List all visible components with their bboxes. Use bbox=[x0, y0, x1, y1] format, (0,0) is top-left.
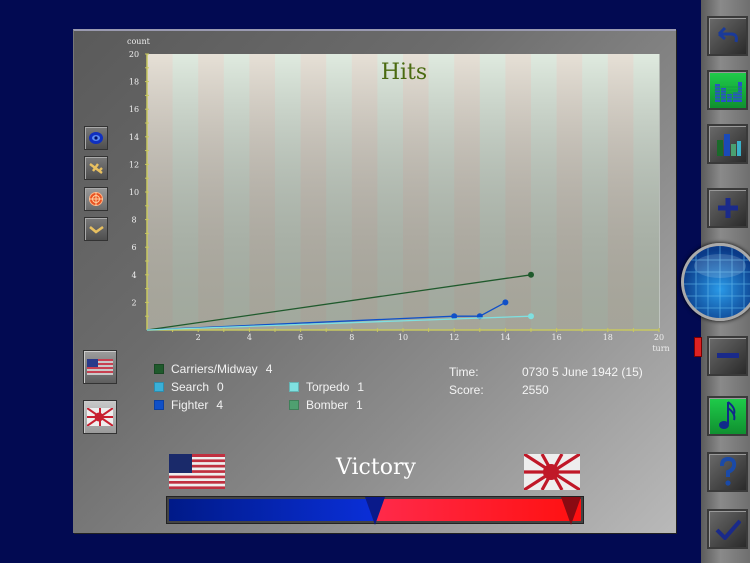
legend-swatch bbox=[289, 382, 299, 392]
x-axis-label: turn bbox=[652, 344, 669, 353]
japan-side-button[interactable] bbox=[83, 400, 117, 434]
filter-target-button[interactable] bbox=[84, 187, 108, 211]
filter-fighter-button[interactable] bbox=[84, 156, 108, 180]
x-tick-label: 4 bbox=[247, 333, 252, 342]
equalizer-icon bbox=[713, 82, 742, 102]
legend-value: 1 bbox=[357, 380, 365, 394]
y-tick-label: 14 bbox=[129, 133, 139, 142]
x-tick-label: 6 bbox=[298, 333, 303, 342]
undo-icon bbox=[717, 26, 738, 43]
music-note-icon bbox=[718, 401, 735, 429]
legend-swatch bbox=[154, 400, 164, 410]
x-tick-label: 20 bbox=[654, 333, 664, 342]
legend-value: 4 bbox=[216, 398, 224, 412]
y-tick-label: 8 bbox=[131, 216, 136, 225]
bar-chart-icon bbox=[716, 134, 741, 156]
victory-marker[interactable] bbox=[365, 497, 385, 525]
y-tick-label: 20 bbox=[129, 50, 139, 59]
japan-victory-threshold-marker bbox=[561, 497, 581, 525]
y-tick-label: 2 bbox=[131, 298, 136, 307]
legend-label: Torpedo bbox=[306, 380, 350, 394]
legend-label: Search bbox=[171, 380, 210, 394]
help-icon bbox=[719, 457, 736, 486]
x-tick-label: 10 bbox=[398, 333, 408, 342]
japan-flag-image bbox=[524, 454, 580, 490]
crosshair-icon bbox=[89, 192, 103, 206]
us-flag-image bbox=[169, 454, 225, 489]
legend-item-bomber[interactable]: Bomber 1 bbox=[289, 398, 363, 412]
zoom-out-icon bbox=[716, 353, 739, 358]
filter-eye-button[interactable] bbox=[84, 126, 108, 150]
chart-title: Hits bbox=[381, 60, 427, 85]
legend-item-search[interactable]: Search 0 bbox=[154, 380, 224, 394]
x-tick-label: 2 bbox=[196, 333, 201, 342]
zoom-in-icon bbox=[717, 198, 738, 218]
check-mark-icon bbox=[89, 225, 104, 234]
confirm-icon bbox=[715, 519, 741, 540]
filter-check-button[interactable] bbox=[84, 217, 108, 241]
equalizer-button[interactable] bbox=[707, 70, 748, 110]
y-tick-label: 4 bbox=[131, 271, 136, 280]
legend-value: 4 bbox=[265, 362, 273, 376]
y-axis-label: count bbox=[127, 37, 151, 46]
undo-button[interactable] bbox=[707, 16, 748, 56]
zoom-in-button[interactable] bbox=[707, 188, 748, 228]
legend-label: Fighter bbox=[171, 398, 209, 412]
y-tick-label: 16 bbox=[129, 105, 139, 114]
japan-flag-icon bbox=[87, 408, 113, 426]
time-value: 0730 5 June 1942 (15) bbox=[522, 365, 643, 379]
x-tick-label: 18 bbox=[603, 333, 613, 342]
hits-chart: 2 4 6 8 10 12 14 16 18 20 2 4 6 8 10 12 14 16 18 20 count tur… bbox=[127, 37, 670, 353]
legend-value: 1 bbox=[356, 398, 363, 412]
time-label: Time: bbox=[449, 365, 479, 379]
y-tick-label: 12 bbox=[129, 160, 139, 169]
score-label: Score: bbox=[449, 383, 484, 397]
victory-bar bbox=[166, 496, 584, 525]
music-toggle-button[interactable] bbox=[707, 396, 748, 436]
legend-label: Carriers/Midway bbox=[171, 362, 258, 376]
confirm-button[interactable] bbox=[707, 509, 748, 549]
legend-swatch bbox=[154, 364, 164, 374]
us-progress bbox=[169, 499, 375, 521]
fighter-plane-icon bbox=[89, 163, 103, 174]
bar-chart-button[interactable] bbox=[707, 124, 748, 164]
us-side-button[interactable] bbox=[83, 350, 117, 384]
data-point-carriers-midway bbox=[528, 271, 534, 278]
y-tick-label: 18 bbox=[129, 78, 139, 87]
legend-value: 0 bbox=[217, 380, 224, 394]
map-globe-button[interactable] bbox=[681, 243, 750, 321]
legend-swatch bbox=[154, 382, 164, 392]
legend-item-torpedo[interactable]: Torpedo 1 bbox=[289, 380, 364, 394]
y-tick-label: 10 bbox=[129, 188, 139, 197]
x-tick-label: 8 bbox=[349, 333, 354, 342]
legend-item-fighter[interactable]: Fighter 4 bbox=[154, 398, 223, 412]
globe-icon bbox=[684, 246, 750, 318]
x-tick-label: 12 bbox=[449, 333, 459, 342]
japan-progress bbox=[375, 499, 581, 521]
zoom-out-button[interactable] bbox=[707, 336, 748, 376]
data-point-fighter bbox=[502, 299, 509, 306]
data-point-torpedo bbox=[528, 313, 534, 320]
plot-shade bbox=[147, 54, 659, 330]
y-tick-label: 6 bbox=[131, 243, 136, 252]
x-tick-label: 16 bbox=[552, 333, 562, 342]
legend-swatch bbox=[289, 400, 299, 410]
hits-panel: 2 4 6 8 10 12 14 16 18 20 2 4 6 8 10 12 14 16 18 20 count tur… bbox=[73, 29, 676, 533]
score-value: 2550 bbox=[522, 383, 549, 397]
legend-item-carriers[interactable]: Carriers/Midway 4 bbox=[154, 362, 272, 376]
legend-label: Bomber bbox=[306, 398, 349, 412]
help-button[interactable] bbox=[707, 452, 748, 492]
x-tick-label: 14 bbox=[500, 333, 510, 342]
marker-pin bbox=[694, 337, 702, 357]
eye-icon bbox=[89, 132, 103, 144]
us-flag-icon bbox=[87, 359, 113, 375]
victory-title: Victory bbox=[336, 455, 416, 480]
